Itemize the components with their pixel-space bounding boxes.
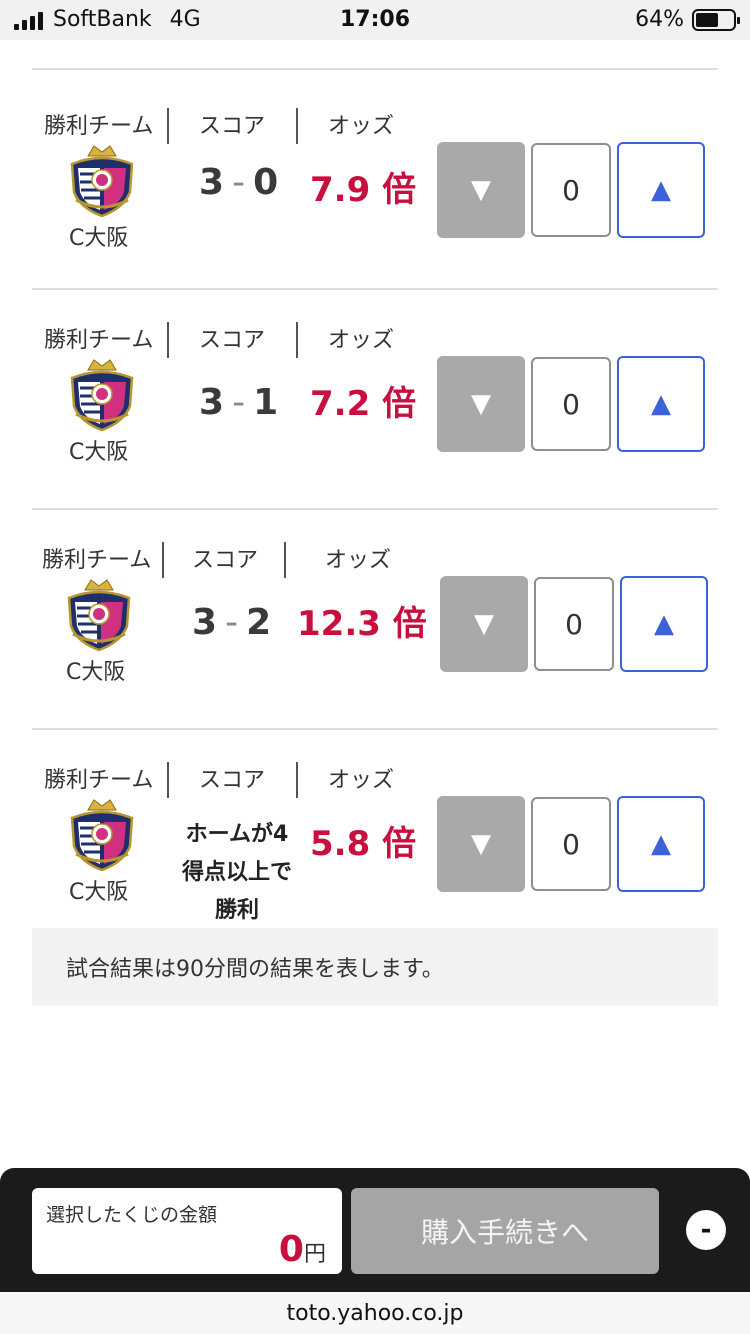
score-condition-line: 得点以上で <box>181 860 292 885</box>
decrease-button[interactable]: ▼ <box>437 142 525 238</box>
header-separator <box>296 322 298 358</box>
purchase-bar: 選択したくじの金額 0円 購入手続きへ - <box>0 1168 750 1292</box>
team-header: 勝利チーム <box>42 548 152 573</box>
triangle-up-icon: ▲ <box>651 175 671 205</box>
score-separator: - <box>232 382 246 423</box>
triangle-up-icon: ▲ <box>651 389 671 419</box>
status-bar: SoftBank 4G 17:06 64% <box>0 0 750 40</box>
odds-row: 勝利チーム スコア オッズ C大阪 ホームが4 得点以上で勝利 5.8 倍 ▼ 0… <box>32 730 718 950</box>
score-home: 3 <box>199 162 225 203</box>
header-separator <box>284 542 286 578</box>
team-header: 勝利チーム <box>44 328 154 353</box>
odds-header: オッズ <box>328 328 395 353</box>
team-name: C大阪 <box>69 440 129 465</box>
battery-percent: 64% <box>635 7 684 32</box>
score-home: 3 <box>192 602 218 643</box>
score-away: 0 <box>253 162 279 203</box>
header-separator <box>167 108 169 144</box>
score-header: スコア <box>199 768 266 793</box>
url-bar: toto.yahoo.co.jp <box>0 1292 750 1334</box>
amount-label: 選択したくじの金額 <box>46 1204 218 1226</box>
score-home: 3 <box>199 382 225 423</box>
score: 3-1 <box>199 382 278 423</box>
team-name: C大阪 <box>69 226 129 251</box>
team-emblem-icon <box>61 576 137 652</box>
score-separator: - <box>232 162 246 203</box>
header-separator <box>167 322 169 358</box>
status-left: SoftBank 4G <box>14 7 201 32</box>
score-condition-line: 勝利 <box>214 898 259 923</box>
quantity-field[interactable]: 0 <box>531 797 611 891</box>
team-name: C大阪 <box>69 880 129 905</box>
decrease-button[interactable]: ▼ <box>437 796 525 892</box>
score-header: スコア <box>199 114 266 139</box>
odds-header: オッズ <box>328 768 395 793</box>
battery-icon <box>692 8 740 31</box>
odds-row: 勝利チーム スコア オッズ C大阪 3-2 12.3 倍 ▼ 0 ▲ <box>32 510 718 730</box>
team-name: C大阪 <box>66 660 126 685</box>
header-separator <box>162 542 164 578</box>
team-emblem-icon <box>64 142 140 218</box>
score-away: 2 <box>246 602 272 643</box>
purchase-button[interactable]: 購入手続きへ <box>351 1188 659 1274</box>
score-away: 1 <box>253 382 279 423</box>
carrier-name: SoftBank <box>53 7 152 32</box>
odds-value: 7.2 倍 <box>310 384 417 424</box>
increase-button[interactable]: ▲ <box>617 796 705 892</box>
decrease-button[interactable]: ▼ <box>440 576 528 672</box>
quantity-field[interactable]: 0 <box>531 143 611 237</box>
signal-strength-icon <box>14 10 43 30</box>
increase-button[interactable]: ▲ <box>620 576 708 672</box>
triangle-up-icon: ▲ <box>654 609 674 639</box>
amount-number: 0 <box>278 1229 304 1270</box>
team-header: 勝利チーム <box>44 114 154 139</box>
team-emblem-icon <box>64 796 140 872</box>
header-separator <box>296 108 298 144</box>
odds-value: 7.9 倍 <box>310 170 417 210</box>
network-type: 4G <box>169 7 201 32</box>
score: 3-0 <box>199 162 278 203</box>
score-header: スコア <box>199 328 266 353</box>
score-separator: - <box>225 602 239 643</box>
score-condition-line: ホームが4 <box>185 822 289 847</box>
triangle-down-icon: ▼ <box>471 389 491 419</box>
header-separator <box>296 762 298 798</box>
increase-button[interactable]: ▲ <box>617 356 705 452</box>
increase-button[interactable]: ▲ <box>617 142 705 238</box>
odds-row: 勝利チーム スコア オッズ C大阪 3-0 7.9 倍 ▼ 0 ▲ <box>32 70 718 290</box>
header-separator <box>167 762 169 798</box>
score-condition: ホームが4 得点以上で勝利 <box>172 816 302 930</box>
triangle-down-icon: ▼ <box>471 175 491 205</box>
score-header: スコア <box>192 548 259 573</box>
team-header: 勝利チーム <box>44 768 154 793</box>
odds-row: 勝利チーム スコア オッズ C大阪 3-1 7.2 倍 ▼ 0 ▲ <box>32 290 718 510</box>
collapse-button[interactable]: - <box>686 1210 726 1250</box>
triangle-down-icon: ▼ <box>474 609 494 639</box>
odds-value: 12.3 倍 <box>297 604 427 644</box>
odds-header: オッズ <box>325 548 392 573</box>
amount-value: 0円 <box>279 1229 326 1270</box>
result-note: 試合結果は90分間の結果を表します。 <box>32 928 718 1006</box>
status-right: 64% <box>635 7 740 32</box>
amount-unit: 円 <box>303 1242 326 1267</box>
quantity-field[interactable]: 0 <box>534 577 614 671</box>
score: 3-2 <box>192 602 271 643</box>
triangle-down-icon: ▼ <box>471 829 491 859</box>
quantity-field[interactable]: 0 <box>531 357 611 451</box>
decrease-button[interactable]: ▼ <box>437 356 525 452</box>
selected-amount-box: 選択したくじの金額 0円 <box>32 1188 342 1274</box>
odds-header: オッズ <box>328 114 395 139</box>
triangle-up-icon: ▲ <box>651 829 671 859</box>
team-emblem-icon <box>64 356 140 432</box>
odds-value: 5.8 倍 <box>310 824 417 864</box>
